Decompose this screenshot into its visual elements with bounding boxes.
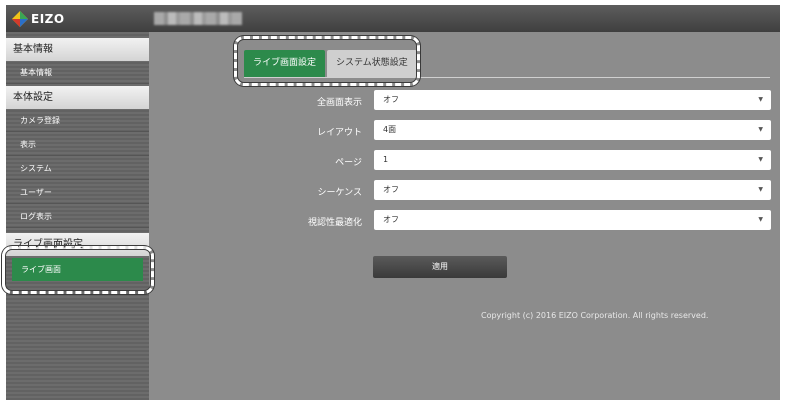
sidebar-item-log[interactable]: ログ表示 [6,205,149,228]
select-value: オフ [383,95,399,104]
sidebar-item-label: カメラ登録 [20,116,60,125]
sidebar-section-device-settings: 本体設定 [6,86,149,109]
eizo-logo: EIZO [12,10,65,28]
sidebar-item-label: 基本情報 [20,68,52,77]
chevron-down-icon: ▼ [758,126,763,133]
sidebar-item-users[interactable]: ユーザー [6,181,149,204]
sidebar-item-label: ログ表示 [20,212,52,221]
sidebar-item-camera-registration[interactable]: カメラ登録 [6,109,149,132]
page-select[interactable]: 1 ▼ [374,150,771,170]
tab-live-screen-settings[interactable]: ライブ画面設定 [244,50,326,77]
chevron-down-icon: ▼ [758,156,763,163]
sidebar-item-label: ユーザー [20,188,52,197]
chevron-down-icon: ▼ [758,216,763,223]
layout-select[interactable]: 4面 ▼ [374,120,771,140]
fullscreen-label: 全画面表示 [316,98,362,108]
apply-button[interactable]: 適用 [373,256,507,278]
select-value: 1 [383,155,389,164]
sidebar-item-system[interactable]: システム [6,157,149,180]
sidebar-section-live-settings: ライブ画面設定 [6,233,149,256]
eizo-diamond-icon [12,11,28,27]
tab-bar: ライブ画面設定 システム状態設定 [244,50,419,77]
sidebar-item-label: システム [20,164,52,173]
visibility-optimization-select[interactable]: オフ ▼ [374,210,771,230]
page-label: ページ [335,158,362,168]
visibility-optimization-label: 視認性最適化 [307,218,362,228]
sidebar-item-label: 表示 [20,140,36,149]
device-name-blurred [154,12,242,25]
chevron-down-icon: ▼ [758,96,763,103]
sidebar-section-basic-info: 基本情報 [6,38,149,61]
sidebar: 基本情報 基本情報 本体設定 カメラ登録 表示 システム ユーザー ログ表示 ラ… [6,32,149,400]
sequence-label: シーケンス [317,188,362,198]
sidebar-item-basic-info[interactable]: 基本情報 [6,61,149,84]
sidebar-item-live-screen[interactable]: ライブ画面 [12,258,143,281]
tab-divider [244,77,770,78]
copyright-text: Copyright (c) 2016 EIZO Corporation. All… [481,311,709,320]
sidebar-item-label: ライブ画面 [21,265,61,274]
top-bar: EIZO [6,5,780,32]
app-window: EIZO 基本情報 基本情報 本体設定 カメラ登録 表示 システム ユーザー ロ… [6,5,780,400]
fullscreen-select[interactable]: オフ ▼ [374,90,771,110]
select-value: オフ [383,185,399,194]
chevron-down-icon: ▼ [758,186,763,193]
sequence-select[interactable]: オフ ▼ [374,180,771,200]
tab-system-status-settings[interactable]: システム状態設定 [327,50,417,77]
select-value: 4面 [383,125,397,134]
main-panel: ライブ画面設定 システム状態設定 全画面表示 オフ ▼ レイアウト 4面 ▼ ペ… [149,32,780,400]
sidebar-item-display[interactable]: 表示 [6,133,149,156]
logo-text: EIZO [31,12,65,26]
select-value: オフ [383,215,399,224]
layout-label: レイアウト [316,128,362,138]
